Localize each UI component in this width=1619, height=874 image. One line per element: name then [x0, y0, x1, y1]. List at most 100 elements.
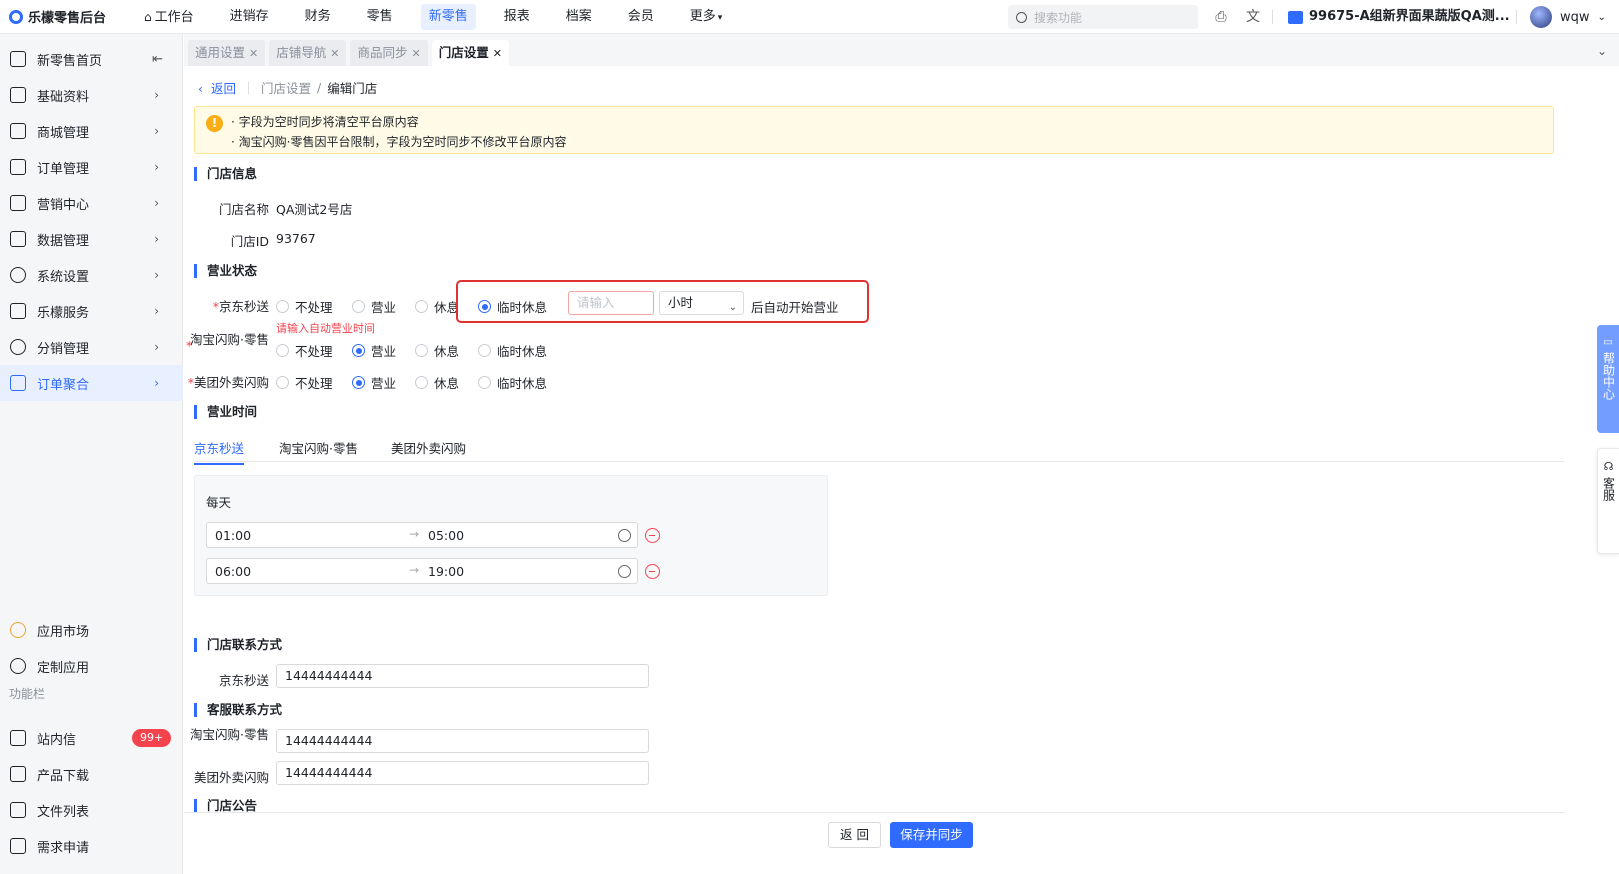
radio-taobao-none[interactable]: 不处理	[276, 341, 333, 360]
store-contact-jd-input[interactable]: 14444444444	[276, 664, 649, 688]
section-title-store-contact: 门店联系方式	[194, 638, 282, 652]
sidebar-item-files[interactable]: 文件列表	[0, 792, 183, 828]
cs-contact-taobao-label: 淘宝闪购·零售	[190, 727, 269, 742]
tab-store-settings[interactable]: 门店设置 ✕	[431, 40, 509, 66]
sidebar-item-app-market[interactable]: 应用市场	[0, 612, 183, 648]
time-range-picker[interactable]: 06:00 → 19:00	[206, 558, 638, 584]
close-icon[interactable]: ✕	[411, 47, 420, 60]
sidebar-item-home[interactable]: 新零售首页 ⇤	[0, 41, 183, 77]
file-icon	[10, 802, 26, 818]
section-label: 功能栏	[9, 687, 46, 701]
chevron-right-icon: ›	[154, 268, 159, 282]
help-center-button[interactable]: ▭ 帮助中心	[1597, 325, 1619, 433]
tab-store-nav[interactable]: 店铺导航 ✕	[269, 40, 347, 66]
message-icon	[10, 730, 26, 746]
tab-meituan[interactable]: 美团外卖闪购	[391, 438, 466, 457]
headset-icon: ☊	[1603, 460, 1614, 473]
sidebar-item-distribution[interactable]: 分销管理 ›	[0, 329, 183, 365]
section-title-store-info: 门店信息	[194, 167, 257, 181]
service-icon	[10, 303, 26, 319]
collapse-sidebar-icon[interactable]: ⇤	[152, 52, 163, 67]
tenant-selector[interactable]: 99675-A组新界面果蔬版QA测...	[1288, 0, 1510, 34]
cs-contact-meituan-input[interactable]: 14444444444	[276, 761, 649, 785]
save-and-sync-button[interactable]: 保存并同步	[890, 822, 973, 848]
radio-taobao-open[interactable]: 营业	[352, 341, 396, 360]
alert-line-1: · 字段为空时同步将清空平台原内容	[231, 115, 419, 129]
highlight-annotation	[456, 280, 869, 323]
radio-meituan-open[interactable]: 营业	[352, 373, 396, 392]
chart-icon	[10, 231, 26, 247]
sidebar-item-basic-data[interactable]: 基础资料 ›	[0, 77, 183, 113]
logo-icon	[9, 9, 23, 24]
nav-finance[interactable]: 财务	[297, 4, 339, 30]
nav-members[interactable]: 会员	[620, 4, 662, 30]
nav-new-retail[interactable]: 新零售	[420, 3, 476, 30]
remove-time-range-icon[interactable]	[645, 528, 660, 543]
nav-reports[interactable]: 报表	[496, 4, 538, 30]
radio-jd-open[interactable]: 营业	[352, 297, 396, 316]
tab-product-sync[interactable]: 商品同步 ✕	[350, 40, 428, 66]
nav-retail[interactable]: 零售	[359, 4, 401, 30]
business-hours-panel: 每天 01:00 → 05:00 06:00 → 19:00	[194, 475, 828, 596]
translate-icon[interactable]: 文	[1244, 8, 1262, 26]
sidebar-item-data[interactable]: 数据管理 ›	[0, 221, 183, 257]
warning-icon: !	[206, 115, 223, 132]
tab-general-settings[interactable]: 通用设置 ✕	[188, 40, 266, 66]
time-range-picker[interactable]: 01:00 → 05:00	[206, 522, 638, 548]
back-link[interactable]: ‹ 返回	[198, 78, 236, 97]
section-title-cs-contact: 客服联系方式	[194, 703, 282, 717]
user-menu[interactable]: wqw ⌄	[1530, 5, 1606, 29]
customer-service-button[interactable]: ☊ 客服	[1597, 448, 1619, 554]
chevron-right-icon: ›	[154, 340, 159, 354]
sidebar-item-messages[interactable]: 站内信 99+	[0, 720, 183, 756]
divider	[1272, 10, 1273, 24]
sidebar-item-settings[interactable]: 系统设置 ›	[0, 257, 183, 293]
sidebar-item-mall[interactable]: 商城管理 ›	[0, 113, 183, 149]
back-button[interactable]: 返 回	[828, 822, 881, 848]
sidebar-item-requests[interactable]: 需求申请	[0, 828, 183, 864]
aggregate-icon	[10, 375, 26, 391]
radio-taobao-temp-closed[interactable]: 临时休息	[478, 341, 547, 360]
chevron-right-icon: ›	[154, 88, 159, 102]
breadcrumb: ‹ 返回 门店设置 / 编辑门店	[198, 78, 377, 97]
sidebar-item-download[interactable]: 产品下载	[0, 756, 183, 792]
nav-workbench[interactable]: ⌂ 工作台	[136, 4, 202, 30]
close-icon[interactable]: ✕	[493, 47, 502, 60]
tab-jd[interactable]: 京东秒送	[194, 438, 245, 465]
sidebar-item-marketing[interactable]: 营销中心 ›	[0, 185, 183, 221]
printer-icon[interactable]: ⎙	[1212, 8, 1230, 26]
chevron-right-icon: ›	[154, 232, 159, 246]
tab-taobao[interactable]: 淘宝闪购·零售	[279, 438, 358, 457]
radio-jd-closed[interactable]: 休息	[415, 297, 459, 316]
remove-time-range-icon[interactable]	[645, 564, 660, 579]
radio-jd-none[interactable]: 不处理	[276, 297, 333, 316]
close-icon[interactable]: ✕	[249, 47, 258, 60]
cs-contact-meituan-label: 美团外卖闪购	[193, 770, 269, 785]
close-icon[interactable]: ✕	[330, 47, 339, 60]
cs-contact-taobao-input[interactable]: 14444444444	[276, 729, 649, 753]
radio-taobao-closed[interactable]: 休息	[415, 341, 459, 360]
chevron-down-icon: ⌄	[1597, 11, 1606, 23]
grid-icon	[10, 87, 26, 103]
sidebar-item-custom-app[interactable]: 定制应用	[0, 648, 183, 684]
radio-meituan-closed[interactable]: 休息	[415, 373, 459, 392]
marketing-icon	[10, 195, 26, 211]
radio-meituan-none[interactable]: 不处理	[276, 373, 333, 392]
nav-more[interactable]: 更多 ▾	[682, 4, 731, 30]
sidebar-item-orders[interactable]: 订单管理 ›	[0, 149, 183, 185]
nav-archives[interactable]: 档案	[558, 4, 600, 30]
nav-inventory[interactable]: 进销存	[222, 4, 277, 30]
app-logo[interactable]: 乐檬零售后台	[0, 7, 136, 26]
search-placeholder: 搜索功能	[1034, 10, 1083, 25]
page-tabs: 通用设置 ✕ 店铺导航 ✕ 商品同步 ✕ 门店设置 ✕ ⌄	[184, 34, 1619, 66]
chevron-down-icon[interactable]: ⌄	[1597, 44, 1607, 58]
sidebar-item-service[interactable]: 乐檬服务 ›	[0, 293, 183, 329]
breadcrumb-parent[interactable]: 门店设置	[261, 78, 311, 97]
radio-meituan-temp-closed[interactable]: 临时休息	[478, 373, 547, 392]
search-input[interactable]: 搜索功能	[1008, 5, 1198, 29]
custom-app-icon	[10, 658, 26, 674]
chevron-down-icon: ▾	[717, 12, 723, 23]
sidebar-item-order-aggregation[interactable]: 订单聚合 ›	[0, 365, 183, 401]
sidebar: 新零售首页 ⇤ 基础资料 › 商城管理 › 订单管理 › 营销中心 › 数据管理 › 系统…	[0, 34, 183, 874]
main-content: ‹ 返回 门店设置 / 编辑门店 ! · 字段为空时同步将清空平台原内容 · 淘…	[184, 66, 1564, 874]
